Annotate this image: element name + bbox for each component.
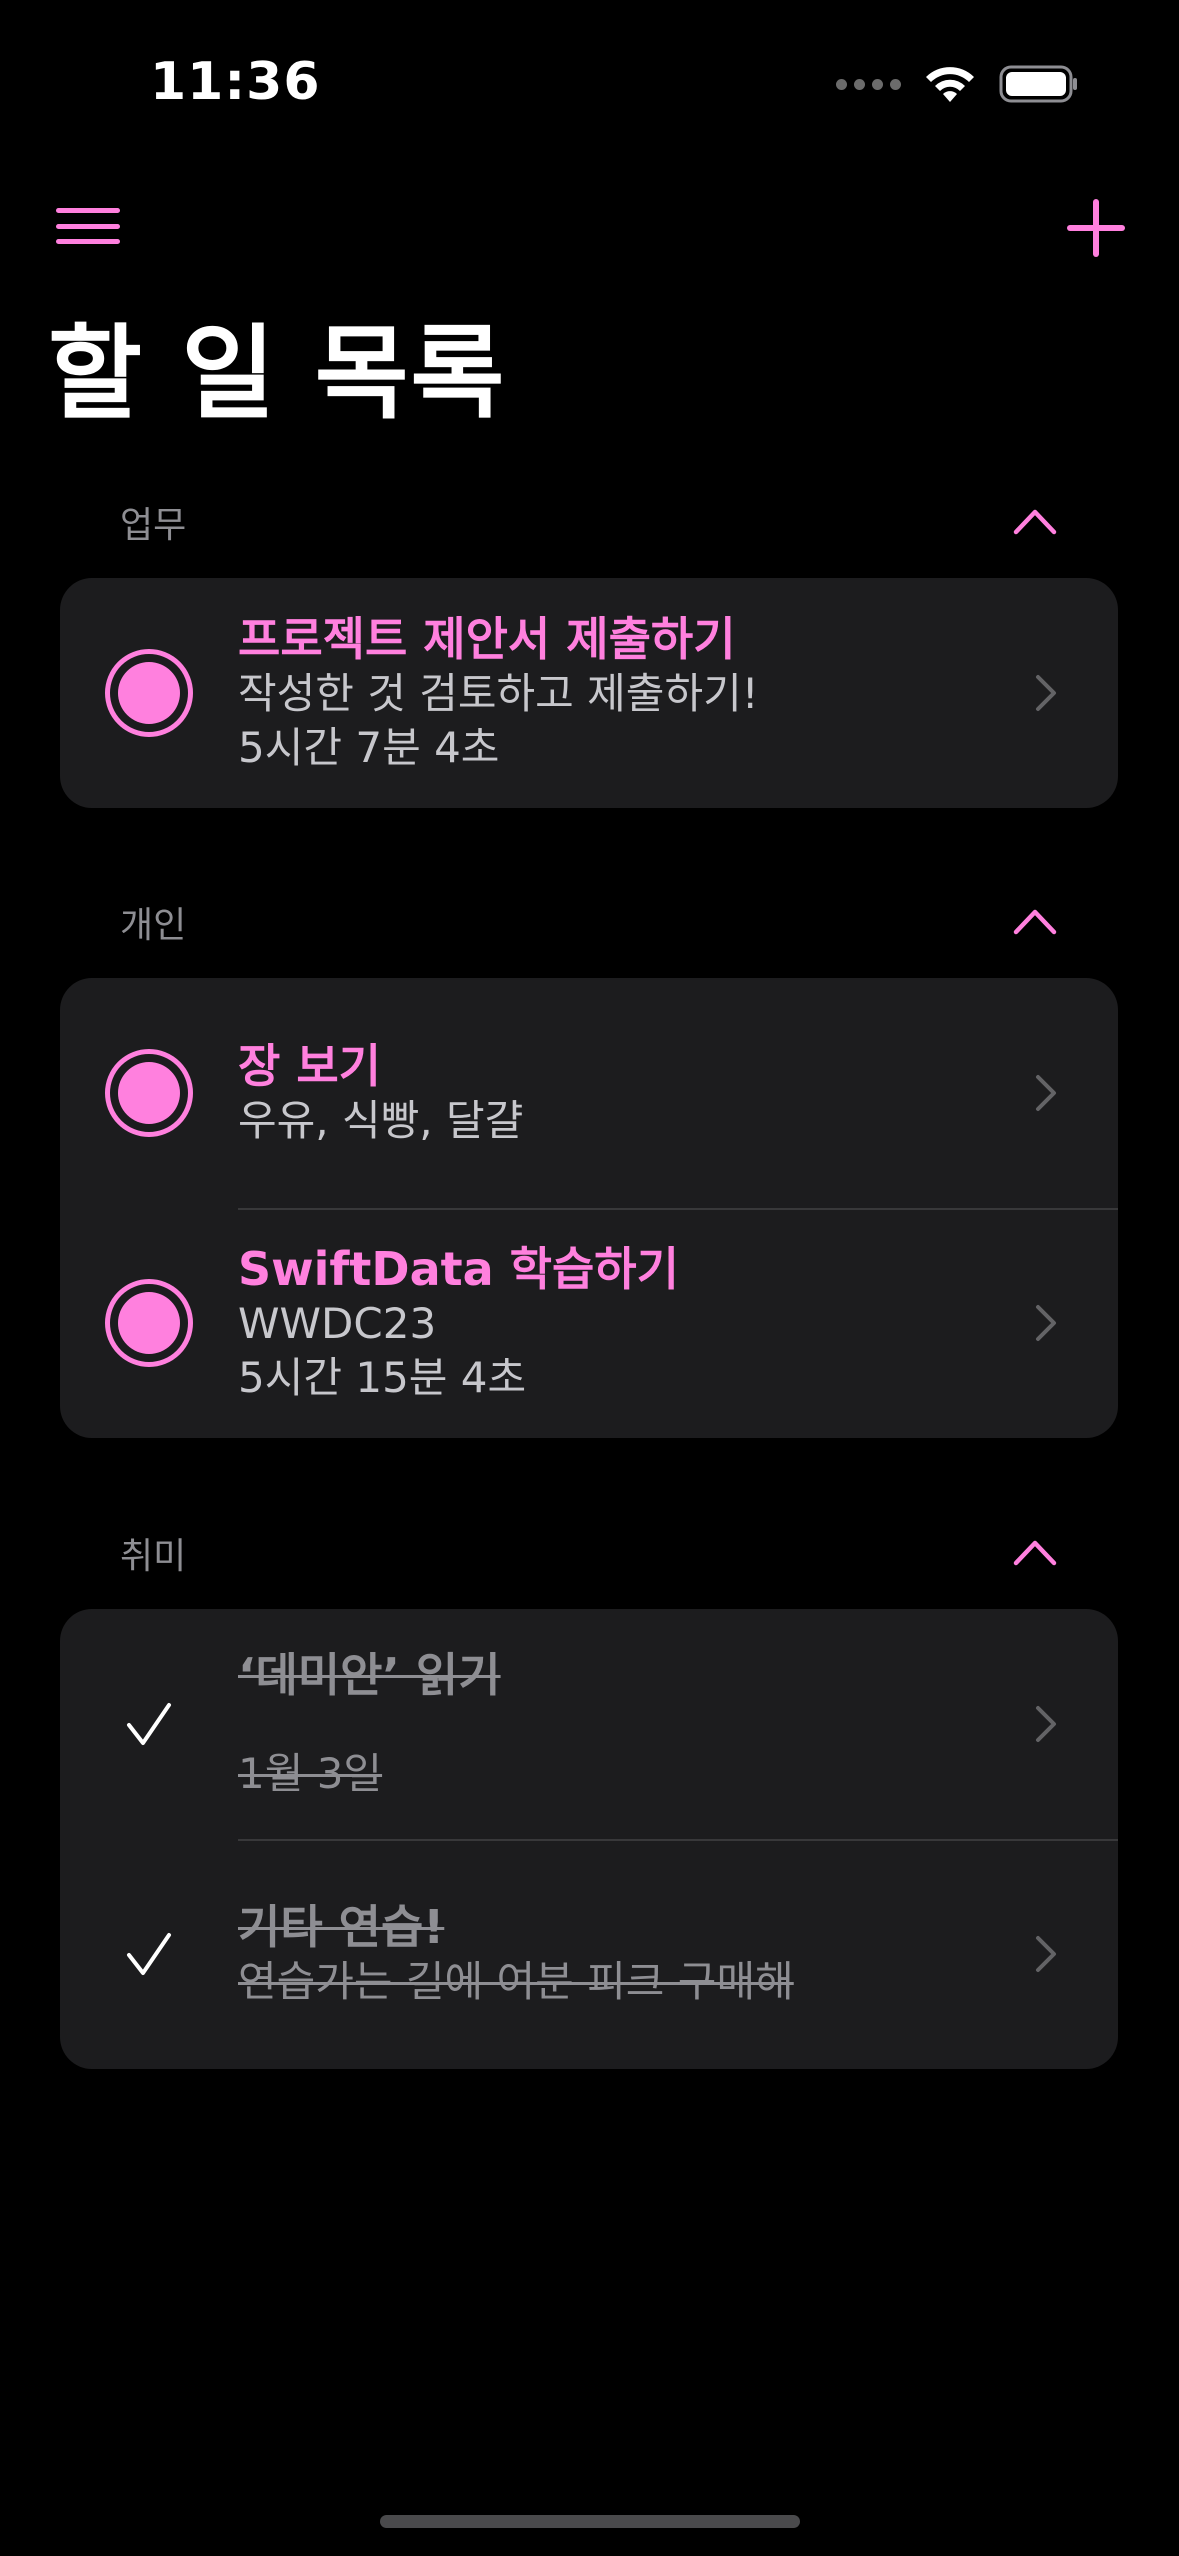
status-indicators (836, 64, 1079, 104)
task-detail: 5시간 15분 4초 (238, 1353, 527, 1402)
task-row[interactable]: 프로젝트 제안서 제출하기 작성한 것 검토하고 제출하기! 5시간 7분 4초 (60, 578, 1118, 808)
task-row[interactable]: ‘데미안’ 읽기 1월 3일 (60, 1609, 1118, 1839)
task-card: 장 보기 우유, 식빵, 달걀 SwiftData 학습하기 WWDC23 5시… (60, 978, 1118, 1438)
home-indicator[interactable] (380, 2515, 800, 2528)
task-text: 장 보기 우유, 식빵, 달걀 (238, 1038, 1034, 1148)
section-label: 개인 (120, 905, 187, 946)
section-label: 취미 (120, 1536, 187, 1577)
section-label: 업무 (120, 505, 187, 546)
chevron-up-icon[interactable] (1012, 906, 1058, 936)
task-text: ‘데미안’ 읽기 1월 3일 (238, 1647, 1034, 1801)
radio-circle-icon[interactable] (105, 649, 193, 737)
task-subtitle: 작성한 것 검토하고 제출하기! (238, 669, 759, 718)
section-header: 업무 (60, 496, 1118, 556)
task-detail: 1월 3일 (238, 1749, 383, 1798)
radio-circle-icon[interactable] (105, 1279, 193, 1367)
chevron-right-icon (1036, 1075, 1056, 1111)
task-card: ‘데미안’ 읽기 1월 3일 기타 연습! 연습가는 길에 여분 피크 구매해 (60, 1609, 1118, 2069)
task-detail: 5시간 7분 4초 (238, 723, 500, 772)
task-row[interactable]: SwiftData 학습하기 WWDC23 5시간 15분 4초 (60, 1208, 1118, 1438)
task-card: 프로젝트 제안서 제출하기 작성한 것 검토하고 제출하기! 5시간 7분 4초 (60, 578, 1118, 808)
battery-icon (999, 65, 1077, 103)
task-title: 기타 연습! (238, 1900, 445, 1954)
add-button[interactable] (1063, 195, 1129, 261)
task-text: SwiftData 학습하기 WWDC23 5시간 15분 4초 (238, 1241, 1034, 1405)
wifi-icon (926, 67, 974, 102)
plus-icon (1067, 199, 1125, 257)
checkmark-icon[interactable] (125, 1701, 173, 1747)
task-text: 프로젝트 제안서 제출하기 작성한 것 검토하고 제출하기! 5시간 7분 4초 (238, 611, 1034, 775)
page-title: 할 일 목록 (48, 315, 507, 434)
task-title: SwiftData 학습하기 (238, 1242, 679, 1296)
hamburger-menu-icon (56, 208, 120, 213)
chevron-right-icon (1036, 1305, 1056, 1341)
chevron-up-icon[interactable] (1012, 506, 1058, 536)
status-time: 11:36 (150, 52, 321, 112)
screen: 11:36 할 일 목록 업무 프로젝트 제안서 제출하기 작성한 것 검토하고… (0, 0, 1179, 2556)
task-subtitle: 우유, 식빵, 달걀 (238, 1096, 524, 1145)
task-subtitle: WWDC23 (238, 1299, 437, 1348)
task-title: 장 보기 (238, 1039, 381, 1093)
chevron-right-icon (1036, 1936, 1056, 1972)
task-title: ‘데미안’ 읽기 (238, 1648, 501, 1702)
menu-button[interactable] (52, 196, 124, 256)
section-personal: 개인 장 보기 우유, 식빵, 달걀 SwiftData 학습하기 WWDC23… (60, 896, 1118, 1438)
section-header: 취미 (60, 1527, 1118, 1587)
section-hobby: 취미 ‘데미안’ 읽기 1월 3일 기타 연습! 연습가는 길에 여분 피크 구… (60, 1527, 1118, 2069)
cellular-signal-icon (836, 78, 901, 90)
section-header: 개인 (60, 896, 1118, 956)
chevron-up-icon[interactable] (1012, 1537, 1058, 1567)
section-work: 업무 프로젝트 제안서 제출하기 작성한 것 검토하고 제출하기! 5시간 7분… (60, 496, 1118, 808)
task-title: 프로젝트 제안서 제출하기 (238, 612, 736, 666)
chevron-right-icon (1036, 675, 1056, 711)
task-subtitle: 연습가는 길에 여분 피크 구매해 (238, 1957, 794, 2006)
checkmark-icon[interactable] (125, 1931, 173, 1977)
task-text: 기타 연습! 연습가는 길에 여분 피크 구매해 (238, 1899, 1034, 2009)
chevron-right-icon (1036, 1706, 1056, 1742)
task-row[interactable]: 기타 연습! 연습가는 길에 여분 피크 구매해 (60, 1839, 1118, 2069)
task-row[interactable]: 장 보기 우유, 식빵, 달걀 (60, 978, 1118, 1208)
radio-circle-icon[interactable] (105, 1049, 193, 1137)
